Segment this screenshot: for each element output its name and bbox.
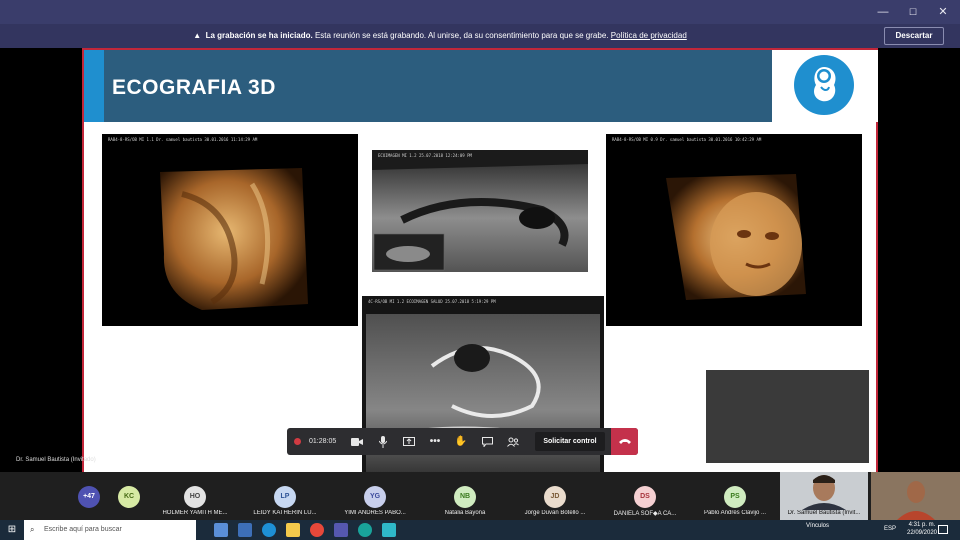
participant-name: Jorge Duvan Botello ...: [524, 510, 586, 516]
share-screen-icon[interactable]: [397, 428, 421, 455]
windows-taskbar: ⊞ ⌕ Escribe aquí para buscar Vínculos ES…: [0, 520, 960, 540]
participants-icon[interactable]: [501, 428, 525, 455]
participant-avatar: YG: [364, 486, 386, 508]
clock-time: 4:31 p. m.: [908, 522, 936, 528]
minimize-button[interactable]: —: [868, 0, 898, 24]
participant-video-presenter[interactable]: Dr. Samuel Bautista (Invit...: [780, 472, 868, 520]
participant-name: Pablo Andrés Clavijo ...: [703, 510, 767, 516]
participant-tile[interactable]: PS Pablo Andrés Clavijo ...: [690, 472, 780, 520]
clock-date: 22/09/2020: [906, 530, 938, 536]
participant-name: YIMI ANDRES PABO...: [344, 510, 406, 516]
fetus-logo-icon: [794, 55, 854, 115]
folder-icon[interactable]: [286, 523, 300, 537]
chrome-icon[interactable]: [310, 523, 324, 537]
notifications-icon[interactable]: [938, 525, 948, 534]
ultrasound-image-3: RAB4-8-RS/OB MI 0.9 Dr. samuel bautista …: [606, 134, 862, 326]
more-participants-badge[interactable]: +47: [78, 486, 100, 508]
recording-banner: ▲ La grabación se ha iniciado. Esta reun…: [0, 24, 960, 48]
app-icon-2[interactable]: [382, 523, 396, 537]
participant-name: HOLMER YAMITH ME...: [162, 510, 228, 516]
raise-hand-icon[interactable]: ✋: [449, 428, 473, 455]
slide-title: ECOGRAFIA 3D: [112, 76, 276, 99]
participant-avatar: NB: [454, 486, 476, 508]
ultrasound-image-1: RAB4-8-RS/OB MI 1.1 Dr. samuel bautista …: [102, 134, 358, 326]
slide-logo: [772, 50, 878, 122]
more-options-icon[interactable]: •••: [423, 428, 447, 455]
participant-avatar: JD: [544, 486, 566, 508]
warning-icon: ▲: [193, 31, 202, 40]
dismiss-button[interactable]: Descartar: [884, 27, 944, 45]
search-icon: ⌕: [30, 525, 35, 534]
self-video-tile: [706, 370, 869, 463]
phone-hangup-icon: [618, 439, 631, 444]
app-icon[interactable]: [358, 523, 372, 537]
participant-name: DANIELA SOF◆A CA...: [613, 511, 677, 517]
participant-video-other[interactable]: [871, 472, 960, 520]
maximize-button[interactable]: ☐: [898, 0, 928, 24]
ultrasound-image-2: ECOIMAGEN MI 1.2 25.07.2018 12:24:09 PM: [372, 150, 588, 272]
windows-start-icon[interactable]: ⊞: [0, 520, 24, 540]
participant-video-name: Dr. Samuel Bautista (Invit...: [787, 510, 861, 516]
slide-header: ECOGRAFIA 3D: [84, 50, 772, 122]
taskbar-clock[interactable]: 4:31 p. m. 22/09/2020: [902, 521, 942, 537]
language-indicator[interactable]: ESP: [884, 526, 896, 532]
privacy-link[interactable]: Política de privacidad: [611, 31, 687, 40]
participant-avatar: LP: [274, 486, 296, 508]
mic-icon[interactable]: [371, 428, 395, 455]
recording-indicator-icon: [294, 438, 301, 445]
participant-tile[interactable]: JD Jorge Duvan Botello ...: [510, 472, 600, 520]
participant-tile[interactable]: NB Natalia Bayona: [420, 472, 510, 520]
participant-tile[interactable]: DS DANIELA SOF◆A CA...: [600, 472, 690, 520]
recording-text: Esta reunión se está grabando. Al unirse…: [314, 31, 609, 40]
task-view-icon[interactable]: [214, 523, 228, 537]
participant-name: LEIDY KATHERIN LU...: [253, 510, 317, 516]
meeting-timer: 01:28:05: [309, 438, 337, 445]
file-explorer-icon[interactable]: [238, 523, 252, 537]
participant-avatar: PS: [724, 486, 746, 508]
participant-tile[interactable]: HO HOLMER YAMITH ME...: [150, 472, 240, 520]
search-placeholder: Escribe aquí para buscar: [44, 526, 122, 533]
presenter-name: Dr. Samuel Bautista (Invitado): [16, 457, 96, 463]
edge-icon[interactable]: [262, 523, 276, 537]
participant-avatar: DS: [634, 486, 656, 508]
meeting-controls: 01:28:05 ••• ✋ Solicitar control: [287, 428, 638, 455]
recording-message: ▲ La grabación se ha iniciado. Esta reun…: [0, 31, 880, 40]
camera-icon[interactable]: [345, 428, 369, 455]
participant-name: Natalia Bayona: [444, 510, 486, 516]
participant-avatar: KC: [118, 486, 140, 508]
chat-icon[interactable]: [475, 428, 499, 455]
request-control-button[interactable]: Solicitar control: [535, 432, 605, 451]
window-titlebar: — ☐ ✕: [0, 0, 960, 24]
slide-accent-bar: [84, 50, 104, 122]
hang-up-button[interactable]: [611, 428, 638, 455]
close-button[interactable]: ✕: [928, 0, 958, 24]
participant-tile[interactable]: YG YIMI ANDRES PABO...: [330, 472, 420, 520]
tray-links-label[interactable]: Vínculos: [806, 523, 829, 529]
participant-avatar: HO: [184, 486, 206, 508]
participant-tile[interactable]: LP LEIDY KATHERIN LU...: [240, 472, 330, 520]
recording-title: La grabación se ha iniciado.: [205, 31, 313, 40]
taskbar-search-input[interactable]: ⌕ Escribe aquí para buscar: [24, 520, 196, 540]
teams-icon[interactable]: [334, 523, 348, 537]
